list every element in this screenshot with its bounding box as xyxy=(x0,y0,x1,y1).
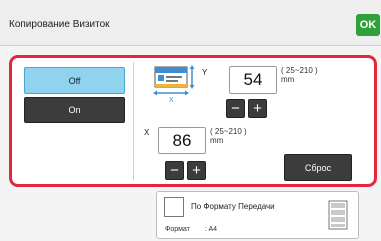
transmission-format-checkbox[interactable] xyxy=(164,197,184,217)
x-axis-label: X xyxy=(144,128,150,137)
height-field[interactable]: 54 xyxy=(229,66,277,94)
business-card-size-icon: X xyxy=(153,65,195,104)
width-decrease-button[interactable]: − xyxy=(165,161,184,180)
card-size-panel: Off On X Y 54 ( 25~210 ) mm − + X 86 ( 2… xyxy=(9,55,377,187)
panel-divider xyxy=(133,62,134,180)
ok-button[interactable]: OK xyxy=(356,14,380,36)
reset-button[interactable]: Сброс xyxy=(284,154,352,181)
width-range: ( 25~210 ) mm xyxy=(210,127,247,145)
transmission-format-box: По Формату Передачи Формат : A4 xyxy=(156,191,359,239)
width-unit: mm xyxy=(210,136,224,145)
format-label: Формат xyxy=(165,226,190,233)
width-increase-button[interactable]: + xyxy=(187,161,206,180)
format-value: : A4 xyxy=(205,226,218,233)
paper-sheet-icon xyxy=(328,200,348,230)
width-range-text: ( 25~210 ) xyxy=(210,127,247,136)
on-button[interactable]: On xyxy=(24,97,125,123)
height-increase-button[interactable]: + xyxy=(248,99,267,118)
off-button[interactable]: Off xyxy=(24,67,125,94)
transmission-format-label: По Формату Передачи xyxy=(191,202,275,211)
page-title: Копирование Визиток xyxy=(9,19,110,30)
height-range: ( 25~210 ) mm xyxy=(281,66,318,84)
height-range-text: ( 25~210 ) xyxy=(281,66,318,75)
height-decrease-button[interactable]: − xyxy=(226,99,245,118)
svg-text:X: X xyxy=(169,97,174,104)
title-bar: Копирование Визиток OK xyxy=(0,0,381,46)
y-axis-label: Y xyxy=(202,68,208,77)
width-field[interactable]: 86 xyxy=(158,127,206,154)
height-unit: mm xyxy=(281,75,295,84)
